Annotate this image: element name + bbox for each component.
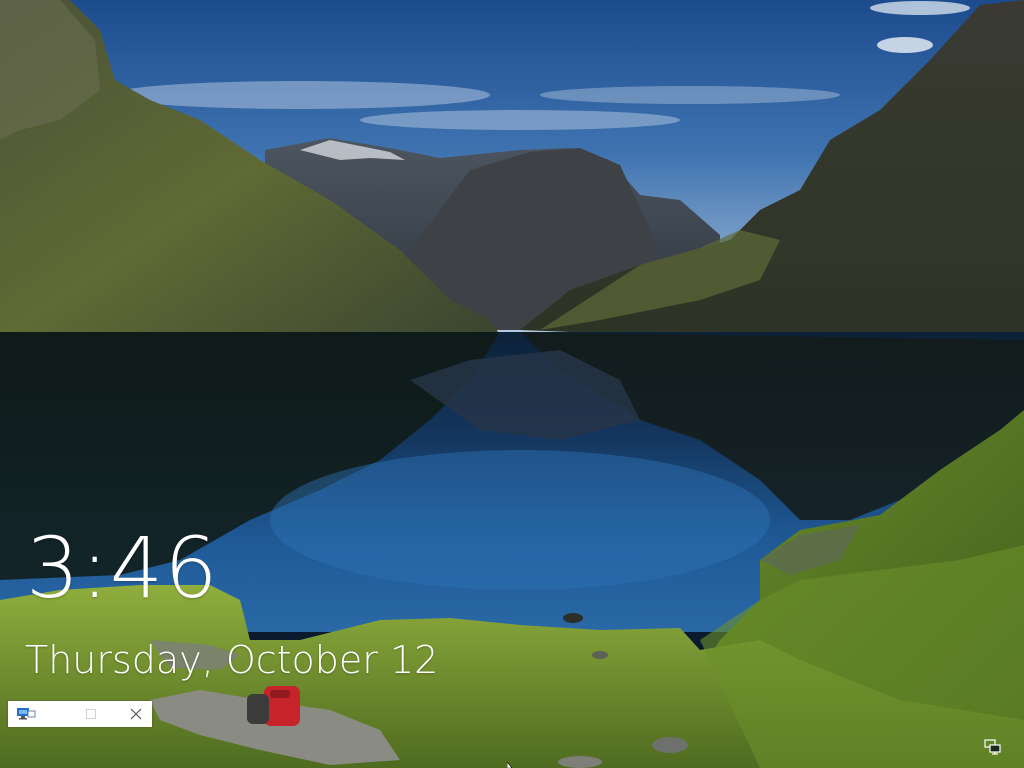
lock-screen[interactable]: 3:46 Thursday, October 12	[0, 0, 1024, 768]
lock-screen-date: Thursday, October 12	[25, 638, 439, 682]
close-button[interactable]	[127, 705, 145, 723]
remote-desktop-icon[interactable]	[16, 706, 36, 722]
mouse-cursor-icon	[507, 762, 513, 768]
maximize-icon	[86, 709, 96, 719]
close-icon	[130, 708, 142, 720]
lock-screen-time: 3:46	[26, 519, 219, 617]
minimized-app-window[interactable]	[8, 701, 152, 727]
maximize-button[interactable]	[82, 705, 100, 723]
network-icon[interactable]	[984, 739, 1002, 755]
